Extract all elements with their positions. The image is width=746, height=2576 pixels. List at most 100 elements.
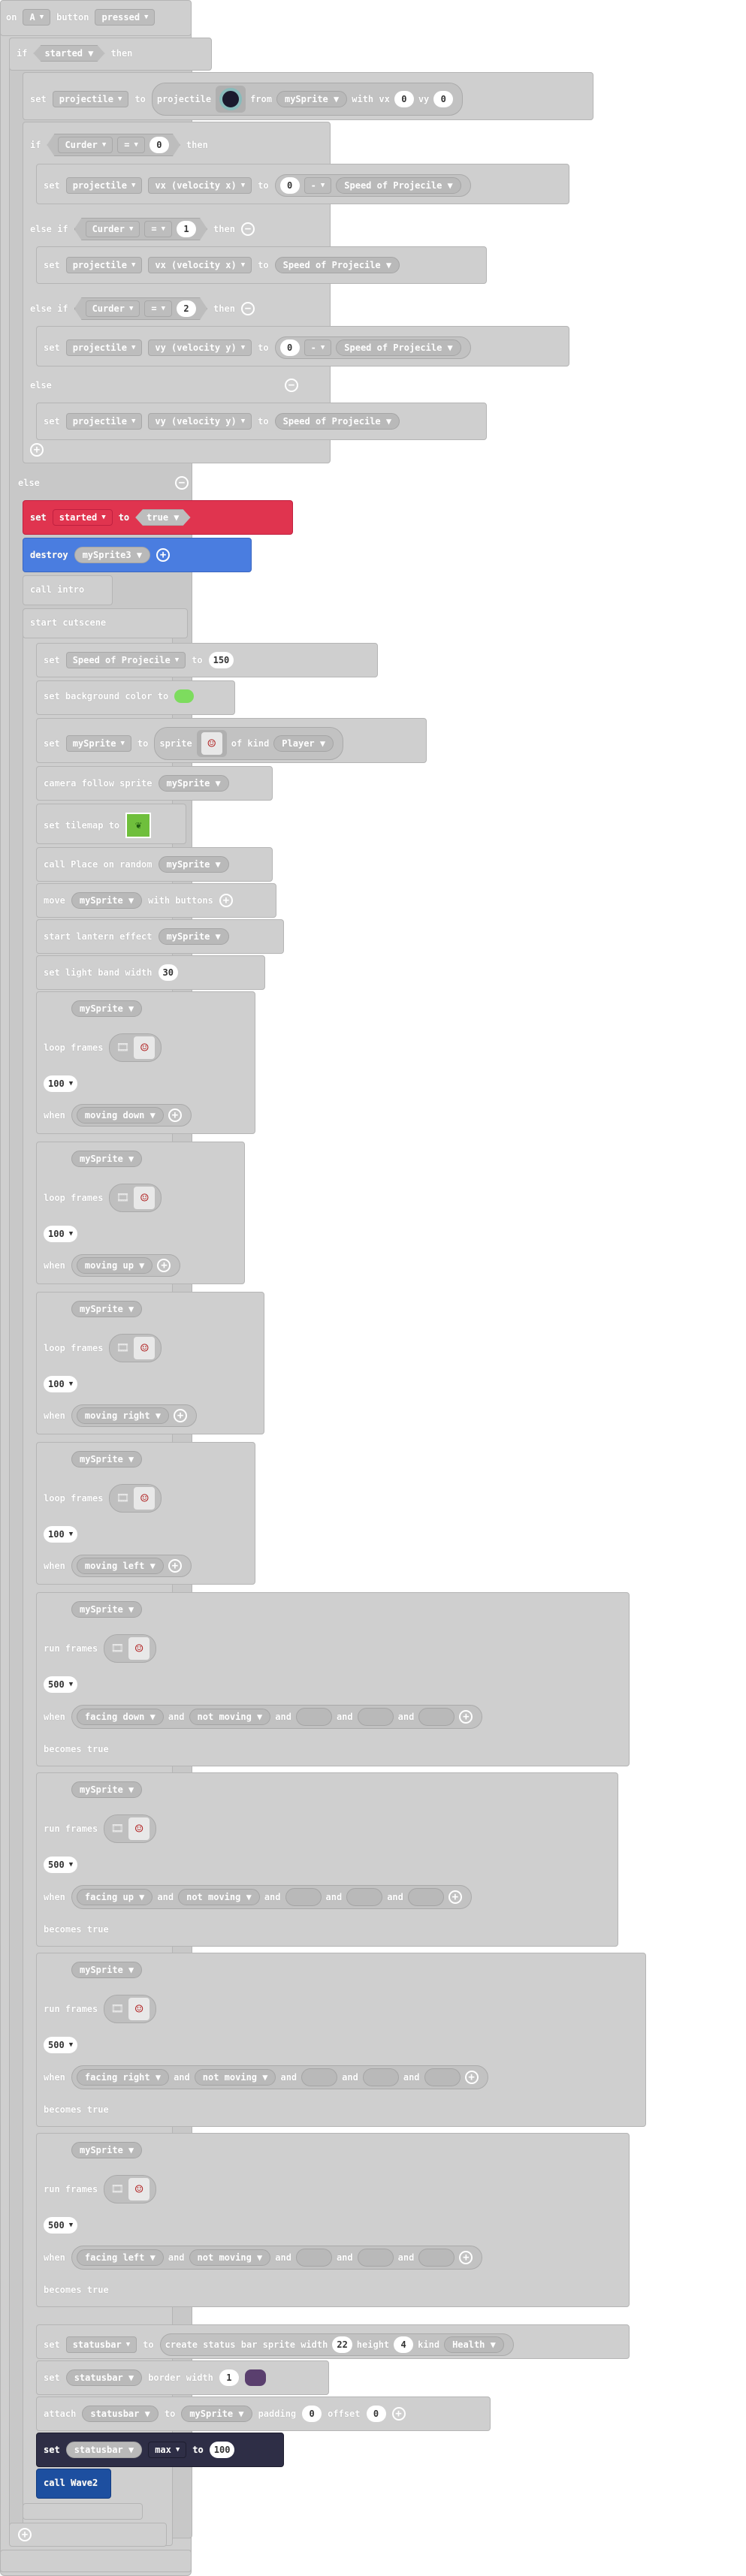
vy-prop-dropdown[interactable]: vy (velocity y) ▼ [148, 339, 252, 356]
state-expr[interactable]: facing up ▼ and not moving ▼ and and and… [71, 1885, 472, 1909]
state-dropdown[interactable]: moving down ▼ [76, 1107, 164, 1124]
minus-expr[interactable]: 0 - ▼ Speed of Projecile ▼ [274, 336, 471, 359]
op-dropdown[interactable]: = ▼ [144, 221, 172, 237]
state-expr[interactable]: moving right ▼ + [71, 1404, 198, 1427]
frames-picker[interactable]: 🎞 ☺ [109, 1184, 162, 1212]
projectile-dropdown[interactable]: projectile ▼ [65, 177, 143, 194]
statusbar-pill[interactable]: statusbar ▼ [82, 2406, 159, 2422]
statusbar-pill[interactable]: statusbar ▼ [65, 2442, 143, 2458]
sprite-dropdown[interactable]: mySprite ▼ [71, 1000, 143, 1017]
op-dropdown[interactable]: = ▼ [144, 300, 172, 317]
operand-a-input[interactable]: 0 [279, 177, 300, 194]
empty-state-slot[interactable] [357, 1708, 394, 1726]
curder-dropdown[interactable]: Curder ▼ [86, 221, 140, 237]
add-state-icon[interactable]: + [157, 1259, 171, 1272]
empty-state-slot[interactable] [295, 2249, 332, 2267]
speed-var-pill[interactable]: Speed of Projecile ▼ [336, 177, 461, 194]
state-dropdown[interactable]: facing left ▼ [76, 2249, 164, 2266]
projectile-dropdown[interactable]: projectile ▼ [65, 339, 143, 356]
interval-input[interactable]: 100 ▼ [44, 1075, 78, 1092]
add-state-icon[interactable]: + [459, 1710, 473, 1724]
compare-expr[interactable]: Curder ▼ = ▼ 2 [74, 297, 207, 320]
state-expr[interactable]: facing down ▼ and not moving ▼ and and a… [71, 1705, 483, 1729]
state2-dropdown[interactable]: not moving ▼ [194, 2069, 276, 2086]
minus-op-dropdown[interactable]: - ▼ [304, 339, 332, 356]
mysprite-dropdown[interactable]: mySprite ▼ [65, 735, 131, 752]
state-dropdown[interactable]: facing down ▼ [76, 1709, 164, 1725]
sprite-dropdown[interactable]: mySprite ▼ [158, 775, 229, 792]
frames-picker[interactable]: 🎞 ☺ [109, 1033, 162, 1062]
run-frames-block[interactable] [36, 2133, 630, 2307]
state-dropdown[interactable]: moving left ▼ [76, 1558, 164, 1574]
frames-picker[interactable]: 🎞 ☺ [104, 2175, 157, 2203]
expand-icon[interactable]: + [156, 548, 171, 562]
statusbar-dropdown[interactable]: statusbar ▼ [65, 2336, 137, 2353]
frames-picker[interactable]: 🎞 ☺ [109, 1334, 162, 1362]
remove-else-icon[interactable]: − [284, 379, 298, 392]
interval-input[interactable]: 500 ▼ [44, 2217, 78, 2234]
border-color-swatch[interactable] [244, 2369, 266, 2386]
interval-input[interactable]: 500 ▼ [44, 1857, 78, 1873]
remove-else-icon[interactable]: − [174, 476, 189, 490]
frames-picker[interactable]: 🎞 ☺ [104, 1634, 157, 1663]
add-branch-icon[interactable]: + [18, 2528, 32, 2541]
state-expr[interactable]: moving up ▼ + [71, 1254, 181, 1277]
create-statusbar-expr[interactable]: create status bar sprite width 22 height… [159, 2333, 514, 2356]
minus-op-dropdown[interactable]: - ▼ [304, 177, 332, 194]
empty-state-slot[interactable] [357, 2249, 394, 2267]
sprite-dropdown[interactable]: mySprite ▼ [158, 856, 229, 873]
state2-dropdown[interactable]: not moving ▼ [178, 1889, 260, 1905]
interval-input[interactable]: 100 ▼ [44, 1526, 78, 1543]
interval-input[interactable]: 100 ▼ [44, 1226, 78, 1242]
state-expr[interactable]: moving down ▼ + [71, 1104, 192, 1127]
sprite-dropdown[interactable]: mySprite ▼ [71, 1151, 143, 1167]
sprite-dropdown[interactable]: mySprite ▼ [71, 1962, 143, 1978]
speed-var-pill[interactable]: Speed of Projecile ▼ [336, 339, 461, 356]
vx-prop-dropdown[interactable]: vx (velocity x) ▼ [148, 257, 252, 273]
interval-input[interactable]: 500 ▼ [44, 2037, 78, 2053]
empty-state-slot[interactable] [407, 1888, 444, 1906]
offset-input[interactable]: 0 [366, 2406, 386, 2422]
sprite-dropdown[interactable]: mySprite ▼ [71, 2142, 143, 2158]
speed-value-input[interactable]: 150 [208, 652, 234, 668]
state-expr[interactable]: moving left ▼ + [71, 1555, 192, 1577]
curder-dropdown[interactable]: Curder ▼ [86, 300, 140, 317]
compare-expr[interactable]: Curder ▼ = ▼ 1 [74, 218, 207, 240]
sprite-dropdown[interactable]: mySprite ▼ [71, 1601, 143, 1618]
started-var[interactable]: started ▼ [33, 45, 104, 62]
projectile-dropdown[interactable]: projectile ▼ [65, 257, 143, 273]
speed-var-dropdown[interactable]: Speed of Projecile ▼ [65, 652, 186, 668]
sprite-dropdown[interactable]: mySprite ▼ [181, 2406, 252, 2422]
state-expr[interactable]: facing left ▼ and not moving ▼ and and a… [71, 2246, 483, 2270]
sprite-of-kind-expr[interactable]: sprite ☺ of kind Player ▼ [154, 727, 344, 760]
remove-branch-icon[interactable]: − [240, 302, 255, 315]
projectile-from-expr[interactable]: projectile from mySprite ▼ with vx 0 vy … [151, 83, 464, 116]
add-state-icon[interactable]: + [464, 2071, 479, 2084]
vy-input[interactable]: 0 [433, 91, 454, 107]
kind-dropdown[interactable]: Player ▼ [273, 735, 334, 752]
sprite-dropdown[interactable]: mySprite ▼ [71, 892, 143, 909]
frames-picker[interactable]: 🎞 ☺ [104, 1995, 157, 2023]
sprite-dropdown[interactable]: mySprite ▼ [276, 91, 348, 107]
remove-branch-icon[interactable]: − [240, 222, 255, 236]
expand-icon[interactable]: + [391, 2407, 406, 2421]
sprite-dropdown[interactable]: mySprite ▼ [158, 928, 229, 945]
empty-state-slot[interactable] [295, 1708, 332, 1726]
projectile-image-icon[interactable] [216, 86, 246, 113]
kind-dropdown[interactable]: Health ▼ [444, 2336, 504, 2353]
empty-state-slot[interactable] [285, 1888, 322, 1906]
started-dropdown[interactable]: started ▼ [52, 509, 113, 526]
event-dropdown[interactable]: pressed ▼ [95, 9, 156, 26]
empty-state-slot[interactable] [301, 2068, 338, 2086]
speed-var-pill[interactable]: Speed of Projecile ▼ [274, 413, 400, 430]
empty-state-slot[interactable] [418, 1708, 455, 1726]
add-branch-icon[interactable]: + [30, 443, 44, 457]
empty-state-slot[interactable] [362, 2068, 399, 2086]
op-dropdown[interactable]: = ▼ [117, 137, 145, 153]
state-dropdown[interactable]: moving up ▼ [76, 1257, 153, 1274]
state2-dropdown[interactable]: not moving ▼ [189, 1709, 271, 1725]
max-value-input[interactable]: 100 [209, 2442, 235, 2458]
add-state-icon[interactable]: + [168, 1559, 182, 1573]
state-expr[interactable]: facing right ▼ and not moving ▼ and and … [71, 2065, 488, 2089]
frames-picker[interactable]: 🎞 ☺ [104, 1814, 157, 1843]
